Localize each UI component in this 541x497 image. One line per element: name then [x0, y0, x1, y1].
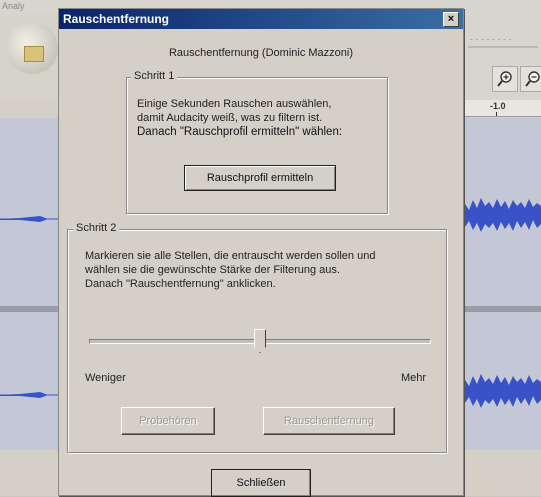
- slider-label-less: Weniger: [85, 372, 126, 384]
- step2-line: wählen sie die gewünschte Stärke der Fil…: [85, 264, 340, 276]
- toolbar-divider: [468, 46, 538, 48]
- step1-line: Einige Sekunden Rauschen auswählen,: [137, 98, 332, 110]
- dialog-heading: Rauschentfernung (Dominic Mazzoni): [168, 47, 354, 59]
- noise-removal-dialog: Rauschentfernung × Rauschentfernung (Dom…: [58, 8, 464, 497]
- step2-line: Markieren sie alle Stellen, die entrausc…: [85, 250, 376, 262]
- step2-instructions: Markieren sie alle Stellen, die entrausc…: [85, 249, 445, 291]
- waveform: [461, 198, 541, 232]
- step2-legend: Schritt 2: [73, 222, 120, 234]
- step1-legend: Schritt 1: [131, 70, 178, 82]
- close-icon[interactable]: ×: [443, 12, 459, 27]
- zoom-in-icon: [525, 71, 540, 87]
- step2-line: Danach "Rauschentfernung" anklicken.: [85, 278, 276, 290]
- ruler-label: -1.0: [490, 101, 506, 111]
- waveform: [0, 392, 62, 398]
- pause-icon: [24, 46, 44, 62]
- zoom-in-icon: [497, 71, 512, 87]
- zoom-out-button[interactable]: [520, 66, 541, 92]
- ruler-tick: [496, 112, 497, 116]
- waveform: [0, 216, 62, 222]
- step1-line: damit Audacity weiß, was zu filtern ist.: [137, 112, 323, 124]
- step1-instructions: Einige Sekunden Rauschen auswählen, dami…: [137, 97, 387, 139]
- zoom-in-button[interactable]: [492, 66, 518, 92]
- dialog-title: Rauschentfernung: [63, 12, 170, 26]
- audio-track-left-2[interactable]: [0, 312, 62, 450]
- close-button[interactable]: Schließen: [211, 469, 311, 497]
- remove-noise-button[interactable]: Rauschentfernung: [263, 407, 395, 435]
- preview-button[interactable]: Probehören: [121, 407, 215, 435]
- dialog-titlebar[interactable]: Rauschentfernung ×: [59, 9, 463, 29]
- waveform: [461, 374, 541, 408]
- menu-item-analyze[interactable]: Analy: [2, 1, 25, 11]
- slider-label-more: Mehr: [401, 372, 427, 384]
- step1-line: Danach "Rauschprofil ermitteln" wählen:: [137, 126, 343, 138]
- get-noise-profile-button[interactable]: Rauschprofil ermitteln: [184, 165, 336, 191]
- toolbar-separator: - - - - - - - -: [470, 34, 512, 44]
